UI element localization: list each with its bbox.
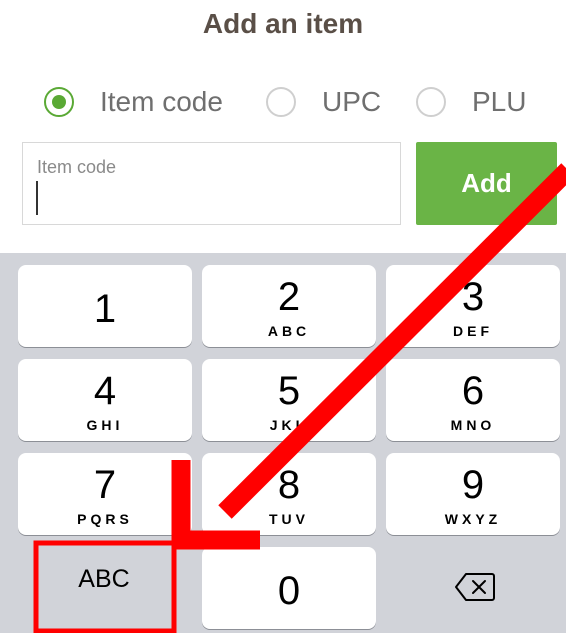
page-title: Add an item xyxy=(202,8,364,39)
key-1[interactable]: 1 xyxy=(18,265,192,347)
key-6[interactable]: 6 MNO xyxy=(386,359,560,441)
item-type-radio-group: Item code UPC PLU xyxy=(0,86,566,122)
backspace-icon xyxy=(455,573,495,601)
key-digit: 4 xyxy=(93,369,117,413)
key-letters: MNO xyxy=(450,417,496,433)
key-letters: DEF xyxy=(453,323,493,339)
radio-unselected-icon xyxy=(416,87,446,117)
key-letters: WXYZ xyxy=(444,511,502,527)
add-button[interactable]: Add xyxy=(416,142,557,225)
key-5[interactable]: 5 JKL xyxy=(202,359,376,441)
key-8[interactable]: 8 TUV xyxy=(202,453,376,535)
key-digit: 7 xyxy=(93,463,117,507)
key-9[interactable]: 9 WXYZ xyxy=(386,453,560,535)
key-letters: TUV xyxy=(269,511,309,527)
key-7[interactable]: 7 PQRS xyxy=(18,453,192,535)
key-0[interactable]: 0 xyxy=(202,547,376,629)
item-code-placeholder: Item code xyxy=(37,157,117,177)
key-3[interactable]: 3 DEF xyxy=(386,265,560,347)
key-digit: 0 xyxy=(277,569,301,613)
text-caret xyxy=(36,181,38,215)
abc-key-label: ABC xyxy=(78,565,130,593)
key-digit: 2 xyxy=(277,275,301,319)
abc-key[interactable]: ABC xyxy=(34,541,174,633)
numeric-keypad: 1 2 ABC 3 DEF 4 GHI 5 JKL 6 MNO 7 PQRS 8… xyxy=(0,253,566,633)
key-digit: 9 xyxy=(461,463,485,507)
key-letters: ABC xyxy=(267,323,311,339)
key-digit: 3 xyxy=(461,275,485,319)
radio-unselected-icon xyxy=(266,87,296,117)
delete-key[interactable] xyxy=(386,547,560,629)
radio-label-item-code: Item code xyxy=(100,86,223,117)
radio-label-plu: PLU xyxy=(472,86,527,117)
radio-label-upc: UPC xyxy=(322,86,382,117)
key-letters: PQRS xyxy=(77,511,133,527)
key-digit: 1 xyxy=(93,287,117,331)
key-digit: 8 xyxy=(277,463,301,507)
key-letters: JKL xyxy=(269,417,309,433)
key-letters: GHI xyxy=(86,417,124,433)
key-digit: 5 xyxy=(277,369,301,413)
radio-selected-icon xyxy=(44,87,74,117)
key-2[interactable]: 2 ABC xyxy=(202,265,376,347)
key-4[interactable]: 4 GHI xyxy=(18,359,192,441)
item-code-input[interactable]: Item code xyxy=(22,142,401,225)
key-digit: 6 xyxy=(461,369,485,413)
